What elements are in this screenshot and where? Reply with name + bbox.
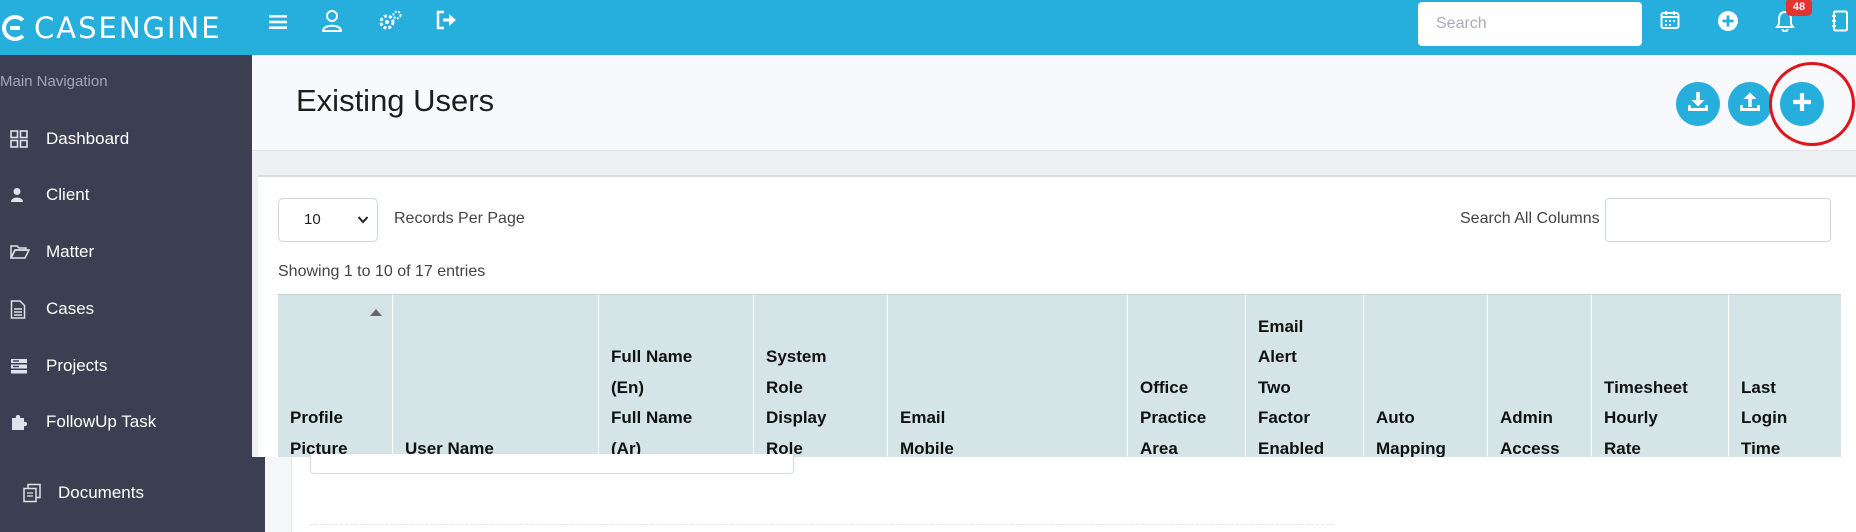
table-header-row: Profile Picture User Name Full Name (En)…: [278, 294, 1841, 458]
column-header-auto-mapping[interactable]: Auto Mapping: [1364, 295, 1488, 458]
column-header-admin-access[interactable]: Admin Access: [1488, 295, 1592, 458]
sidebar-item-label: FollowUp Task: [46, 412, 157, 431]
column-header-system-role[interactable]: System Role Display Role: [754, 295, 888, 458]
sidebar-item-label: Projects: [46, 356, 108, 375]
upload-button[interactable]: [1728, 82, 1772, 126]
sidebar-item-client[interactable]: Client: [0, 170, 252, 220]
search-all-columns-label: Search All Columns: [1460, 210, 1600, 227]
document-icon: [0, 299, 46, 319]
sidebar-item-label: Matter: [46, 242, 95, 261]
column-header-profile-picture[interactable]: Profile Picture: [278, 295, 393, 458]
column-header-user-name[interactable]: User Name: [393, 295, 599, 458]
sidebar-item-projects[interactable]: Projects: [0, 341, 252, 391]
column-header-email-mobile[interactable]: Email Mobile: [888, 295, 1128, 458]
brand-logo[interactable]: CASENGINE: [2, 8, 222, 48]
highlight-circle-annotation: [1769, 62, 1855, 146]
sort-ascending-icon: [370, 309, 382, 316]
top-bar: CASENGINE 48: [0, 0, 1856, 55]
notification-count-badge: 48: [1786, 0, 1812, 16]
records-per-page-label: Records Per Page: [394, 210, 525, 227]
column-header-full-name[interactable]: Full Name (En) Full Name (Ar): [599, 295, 754, 458]
global-search-input[interactable]: [1418, 2, 1642, 46]
notebook-icon[interactable]: [1826, 10, 1854, 38]
brand-name: CASENGINE: [34, 11, 222, 45]
copy-documents-icon: [0, 483, 58, 503]
server-icon: [0, 358, 46, 374]
column-header-email-alert[interactable]: Email Alert Two Factor Enabled: [1246, 295, 1364, 458]
page-title: Existing Users: [296, 83, 495, 118]
folder-open-icon: [0, 244, 46, 260]
table-search-input[interactable]: [1605, 198, 1831, 242]
add-circle-icon[interactable]: [1714, 10, 1742, 38]
calendar-icon[interactable]: [1656, 10, 1684, 38]
sidebar-item-label: Cases: [46, 299, 95, 318]
sidebar-lower: Documents: [0, 457, 265, 532]
page-header: Existing Users: [252, 55, 1856, 151]
logout-icon[interactable]: [433, 10, 461, 38]
download-icon: [1686, 91, 1710, 118]
entries-info: Showing 1 to 10 of 17 entries: [278, 263, 486, 280]
sidebar-item-documents[interactable]: Documents: [0, 468, 265, 518]
sidebar-item-followup-task[interactable]: FollowUp Task: [0, 397, 252, 447]
records-per-page-value: 10: [304, 211, 321, 228]
sidebar-header: Main Navigation: [0, 73, 108, 90]
column-header-last-login-time[interactable]: Last Login Time: [1729, 295, 1841, 458]
dashboard-grid-icon: [0, 130, 46, 148]
sidebar-item-matter[interactable]: Matter: [0, 227, 252, 277]
settings-icon[interactable]: [376, 10, 404, 38]
person-icon: [0, 187, 46, 203]
column-header-office-practice-area[interactable]: Office Practice Area: [1128, 295, 1246, 458]
user-icon[interactable]: [318, 10, 346, 38]
download-button[interactable]: [1676, 82, 1720, 126]
records-per-page-select[interactable]: 10: [278, 198, 378, 242]
sidebar-item-label: Documents: [58, 483, 144, 502]
lower-form-input[interactable]: [310, 454, 794, 474]
sidebar-item-label: Client: [46, 185, 90, 204]
menu-icon[interactable]: [264, 10, 292, 38]
sidebar-item-dashboard[interactable]: Dashboard: [0, 114, 252, 164]
sidebar: Main Navigation Dashboard Client Matter …: [0, 55, 252, 457]
upload-icon: [1738, 91, 1762, 118]
logo-mark-icon: [2, 15, 28, 41]
puzzle-icon: [0, 413, 46, 431]
chevron-down-icon: [357, 199, 369, 258]
column-header-timesheet-hourly-rate[interactable]: Timesheet Hourly Rate: [1592, 295, 1729, 458]
divider: [310, 524, 1334, 525]
sidebar-item-cases[interactable]: Cases: [0, 284, 252, 334]
sidebar-item-label: Dashboard: [46, 129, 130, 148]
